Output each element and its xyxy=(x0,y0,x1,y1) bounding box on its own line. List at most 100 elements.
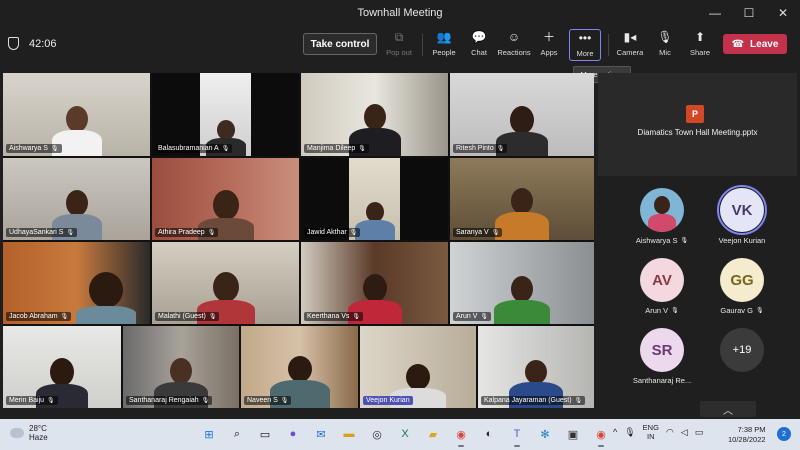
more-participants-count: +19 xyxy=(720,328,764,372)
video-tile[interactable]: Arun V 🎙 xyxy=(450,242,594,324)
leave-button[interactable]: ☎ Leave xyxy=(723,34,787,54)
share-icon: ⬆ xyxy=(694,30,706,44)
video-tile[interactable]: Veejon Kurian xyxy=(360,326,476,408)
mic-button[interactable]: 🎙 Mic xyxy=(649,29,681,61)
mic-off-icon: 🎙 xyxy=(50,146,59,152)
apps-button[interactable]: ＋ Apps xyxy=(533,29,565,61)
participant-name-tag: Jacob Abraham 🎙 xyxy=(6,312,72,321)
video-tile[interactable]: Merin Baiju 🎙 xyxy=(3,326,121,408)
people-icon: 👥 xyxy=(436,30,452,44)
video-tile[interactable]: Athira Pradeep 🎙 xyxy=(152,158,299,240)
excel-icon[interactable]: X xyxy=(394,423,416,445)
participant-name-tag: Jawid Akthar 🎙 xyxy=(304,228,361,237)
window-title: Townhall Meeting xyxy=(357,7,443,19)
participant-name-tag: Keerthana Vs 🎙 xyxy=(304,312,364,321)
more-participants[interactable]: +19 xyxy=(702,328,782,372)
participant-video xyxy=(75,272,136,324)
video-tile[interactable]: Aishwarya S 🎙 xyxy=(3,73,150,156)
participant-arun[interactable]: AV Arun V 🎙 xyxy=(622,258,702,315)
folder-icon[interactable]: ▰ xyxy=(422,423,444,445)
mic-off-icon: 🎙 xyxy=(680,238,689,244)
participant-gaurav[interactable]: GG Gaurav G 🎙 xyxy=(702,258,782,315)
mic-off-icon: 🎙 xyxy=(671,308,679,314)
volume-icon[interactable]: ◁ xyxy=(681,427,688,438)
app-icon[interactable]: ▣ xyxy=(562,423,584,445)
chevron-up-icon[interactable]: ^ xyxy=(613,427,617,437)
toolbar-divider xyxy=(422,34,423,56)
mic-off-icon: 🎙 xyxy=(358,146,366,152)
mic-off-icon: 🎙 xyxy=(496,146,505,152)
video-tile[interactable]: Kalpana Jayaraman (Guest) 🎙 xyxy=(478,326,594,408)
mic-off-icon: 🎙 xyxy=(66,230,75,236)
task-view-icon[interactable]: ▭ xyxy=(254,423,276,445)
mail-icon[interactable]: ✉ xyxy=(310,423,332,445)
video-tile[interactable]: Jacob Abraham 🎙 xyxy=(3,242,150,324)
video-tile[interactable]: Malathi (Guest) 🎙 xyxy=(152,242,299,324)
chrome-icon[interactable]: ◉ xyxy=(450,423,472,447)
video-tile[interactable]: UdhayaSankari S 🎙 xyxy=(3,158,150,240)
windows-taskbar: 28°C Haze ⊞ ⌕ ▭ ● ✉ ▬ ◎ X ▰ ◉ ◐ T ✻ ▣ ◉ ^… xyxy=(0,419,800,450)
participant-video xyxy=(354,202,395,240)
video-grid: Aishwarya S 🎙 Balasubramanian A 🎙 Manjima … xyxy=(3,73,594,408)
close-icon[interactable]: ✕ xyxy=(766,0,800,26)
taskbar-apps: ⊞ ⌕ ▭ ● ✉ ▬ ◎ X ▰ ◉ ◐ T ✻ ▣ ◉ xyxy=(198,423,612,447)
mic-off-icon[interactable]: 🎙 xyxy=(624,427,635,438)
video-tile[interactable]: Keerthana Vs 🎙 xyxy=(301,242,448,324)
mic-off-icon: 🎙 xyxy=(349,230,358,236)
video-tile[interactable]: Jawid Akthar 🎙 xyxy=(301,158,448,240)
teams-chat-icon[interactable]: ● xyxy=(282,423,304,445)
notification-badge[interactable]: 2 xyxy=(777,427,791,441)
mic-off-icon: 🎙 xyxy=(221,146,230,152)
reactions-button[interactable]: ☺ Reactions xyxy=(497,29,530,61)
more-icon: ••• xyxy=(578,31,592,45)
participant-name-tag: Aishwarya S 🎙 xyxy=(6,144,62,153)
participant-aishwarya[interactable]: Aishwarya S 🎙 xyxy=(622,188,702,245)
mic-off-icon: 🎙 xyxy=(491,230,500,236)
participant-name-tag: Veejon Kurian xyxy=(363,396,413,405)
title-bar: Townhall Meeting — ☐ ✕ xyxy=(0,0,800,26)
camera-button[interactable]: ▮◂ Camera xyxy=(614,29,646,61)
share-button[interactable]: ⬆ Share xyxy=(684,29,716,61)
battery-icon[interactable]: ▭ xyxy=(695,427,704,438)
participant-santhanaraj[interactable]: SR Santhanaraj Re... xyxy=(622,328,702,385)
participant-veejon[interactable]: VK Veejon Kurian xyxy=(702,185,782,245)
participant-name-tag: Arun V 🎙 xyxy=(453,312,492,321)
video-tile[interactable]: Balasubramanian A 🎙 xyxy=(152,73,299,156)
video-tile[interactable]: Santhanaraj Rengaiah 🎙 xyxy=(123,326,239,408)
mic-off-icon: 🎙 xyxy=(280,398,289,404)
participant-name-tag: Balasubramanian A 🎙 xyxy=(155,144,233,153)
pop-out-button[interactable]: ⧉ Pop out xyxy=(383,29,415,61)
chrome-icon[interactable]: ◉ xyxy=(590,423,612,447)
network-app-icon[interactable]: ✻ xyxy=(534,423,556,445)
minimize-icon[interactable]: — xyxy=(698,0,732,26)
wifi-icon[interactable]: ◠ xyxy=(666,427,674,438)
chat-button[interactable]: 💬 Chat xyxy=(463,29,495,61)
people-button[interactable]: 👥 People xyxy=(428,29,460,61)
participant-name-tag: Santhanaraj Rengaiah 🎙 xyxy=(126,396,213,405)
language-indicator[interactable]: ENG IN xyxy=(643,423,659,441)
dell-icon[interactable]: ◎ xyxy=(366,423,388,445)
take-control-button[interactable]: Take control xyxy=(303,33,377,55)
maximize-icon[interactable]: ☐ xyxy=(732,0,766,26)
teams-icon[interactable]: T xyxy=(506,423,528,447)
participant-name-tag: Merin Baiju 🎙 xyxy=(6,396,58,405)
file-explorer-icon[interactable]: ▬ xyxy=(338,423,360,445)
apps-icon: ＋ xyxy=(542,30,555,44)
participant-name-tag: Ritesh Pinto 🎙 xyxy=(453,144,508,153)
video-tile[interactable]: Manjima Dileep 🎙 xyxy=(301,73,448,156)
mic-off-icon: 🎙 xyxy=(207,230,216,236)
shared-content-card[interactable]: P Diamatics Town Hall Meeting.pptx xyxy=(598,73,797,176)
more-button[interactable]: ••• More xyxy=(569,29,601,61)
collapse-button[interactable]: ︿ xyxy=(700,401,756,417)
chat-icon: 💬 xyxy=(471,30,487,44)
system-clock[interactable]: 7:38 PM 10/28/2022 xyxy=(728,425,766,445)
shield-icon xyxy=(8,37,19,50)
app-icon[interactable]: ◐ xyxy=(478,423,500,445)
video-tile[interactable]: Ritesh Pinto 🎙 xyxy=(450,73,594,156)
timer-text: 42:06 xyxy=(29,37,57,50)
video-tile[interactable]: Naveen S 🎙 xyxy=(241,326,358,408)
start-icon[interactable]: ⊞ xyxy=(198,423,220,445)
search-icon[interactable]: ⌕ xyxy=(226,423,248,445)
weather-widget[interactable]: 28°C Haze xyxy=(10,424,48,442)
video-tile[interactable]: Saranya V 🎙 xyxy=(450,158,594,240)
